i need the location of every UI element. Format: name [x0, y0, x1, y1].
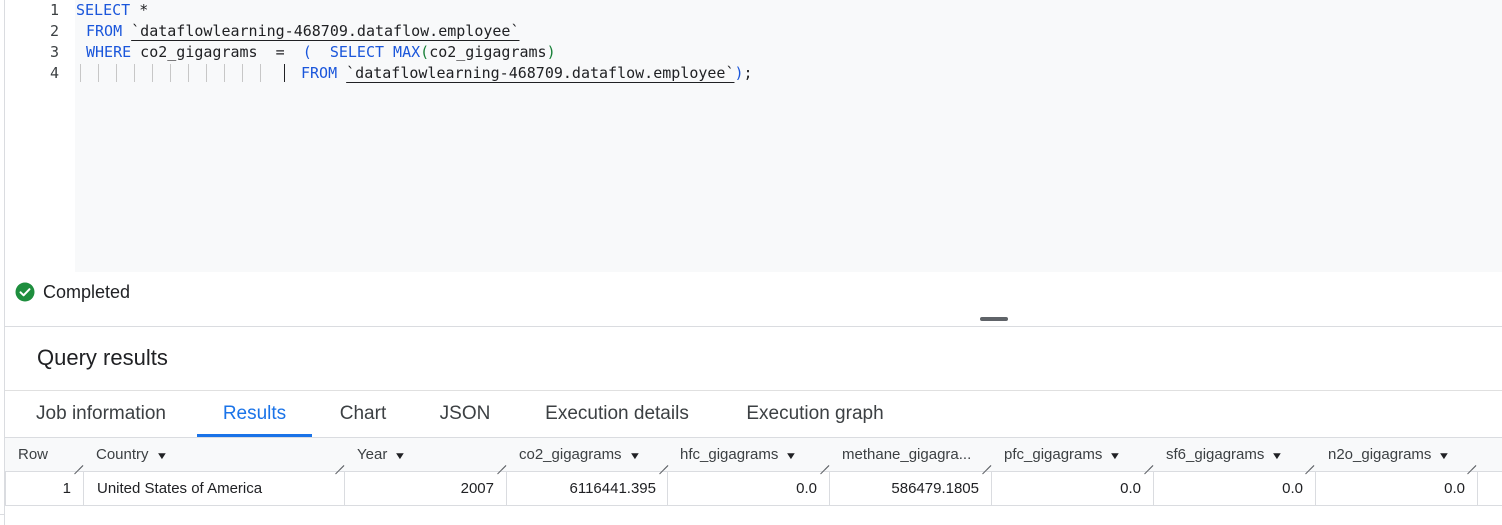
line-number-gutter: 1 2 3 4: [5, 0, 75, 272]
code-line-3[interactable]: WHERE co2_gigagrams = ( SELECT MAX(co2_g…: [86, 42, 556, 63]
cell-year[interactable]: 2007: [344, 472, 506, 506]
column-resize-handle[interactable]: [494, 454, 506, 466]
column-header-n2o[interactable]: n2o_gigagrams ▼: [1315, 438, 1477, 472]
results-table-header: Row Country ▼ Year ▼ co2_gigagrams ▼ hfc_gi…: [5, 438, 1502, 472]
cell-row-number[interactable]: 1: [5, 472, 83, 506]
column-header-hfc[interactable]: hfc_gigagrams ▼: [667, 438, 829, 472]
sort-dropdown-icon[interactable]: ▼: [1438, 440, 1451, 472]
sql-keyword: WHERE: [86, 43, 132, 61]
query-results-title: Query results: [37, 345, 168, 370]
sort-dropdown-icon[interactable]: ▼: [785, 440, 798, 472]
status-text: Completed: [43, 281, 131, 302]
cell-pfc[interactable]: 0.0: [991, 472, 1153, 506]
sql-column: co2_gigagrams: [429, 43, 547, 61]
column-header-sf6[interactable]: sf6_gigagrams ▼: [1153, 438, 1315, 472]
column-header-methane[interactable]: methane_gigagra...: [829, 438, 991, 472]
column-resize-handle[interactable]: [979, 454, 991, 466]
paren: ): [546, 43, 556, 61]
sort-dropdown-icon[interactable]: ▼: [628, 440, 641, 472]
tab-json[interactable]: JSON: [437, 391, 493, 437]
pane-resize-handle[interactable]: [980, 317, 1008, 321]
table-reference[interactable]: `dataflowlearning-468709.dataflow.employ…: [346, 64, 734, 82]
sql-function: MAX: [384, 43, 421, 61]
check-circle-icon: [15, 282, 35, 302]
tab-execution-details[interactable]: Execution details: [541, 391, 693, 437]
paren: (: [302, 43, 312, 61]
query-status: Completed: [15, 281, 130, 303]
sql-keyword: SELECT: [329, 43, 385, 61]
line-number: 3: [49, 43, 59, 61]
column-header-country[interactable]: Country ▼: [83, 438, 345, 472]
sql-text: co2_gigagrams =: [131, 43, 303, 61]
results-tabs: Job information Results Chart JSON Execu…: [5, 391, 1502, 437]
cell-hfc[interactable]: 0.0: [667, 472, 829, 506]
code-line-2[interactable]: FROM `dataflowlearning-468709.dataflow.e…: [86, 21, 519, 42]
tab-job-information[interactable]: Job information: [31, 391, 171, 437]
tab-execution-graph[interactable]: Execution graph: [742, 391, 888, 437]
tab-results[interactable]: Results: [197, 391, 312, 437]
code-line-1[interactable]: SELECT *: [76, 0, 148, 21]
sql-text: *: [130, 1, 149, 19]
sort-dropdown-icon[interactable]: ▼: [1271, 440, 1284, 472]
cell-country[interactable]: United States of America: [83, 472, 345, 506]
table-reference[interactable]: `dataflowlearning-468709.dataflow.employ…: [131, 22, 519, 40]
sql-keyword: SELECT: [76, 1, 131, 19]
code-line-4[interactable]: FROM `dataflowlearning-468709.dataflow.e…: [301, 63, 753, 84]
line-number: 2: [49, 22, 59, 40]
column-header-co2[interactable]: co2_gigagrams ▼: [506, 438, 668, 472]
column-resize-handle[interactable]: [1302, 454, 1314, 466]
cell-empty: [1477, 472, 1502, 506]
cell-sf6[interactable]: 0.0: [1153, 472, 1315, 506]
line-number: 4: [49, 64, 59, 82]
sql-keyword: FROM: [301, 64, 338, 82]
cell-methane[interactable]: 586479.1805: [829, 472, 991, 506]
column-header-pfc[interactable]: pfc_gigagrams ▼: [991, 438, 1153, 472]
indent-guides: [80, 64, 290, 84]
column-resize-handle[interactable]: [332, 454, 344, 466]
sort-dropdown-icon[interactable]: ▼: [1109, 440, 1122, 472]
table-row: 1 United States of America 2007 6116441.…: [5, 472, 1502, 506]
sort-dropdown-icon[interactable]: ▼: [394, 440, 407, 472]
divider: [0, 514, 4, 515]
cell-n2o[interactable]: 0.0: [1315, 472, 1477, 506]
semicolon: ;: [743, 64, 753, 82]
column-resize-handle[interactable]: [1464, 454, 1476, 466]
paren: (: [420, 43, 430, 61]
tab-chart[interactable]: Chart: [335, 391, 391, 437]
sql-keyword: FROM: [86, 22, 123, 40]
column-resize-handle[interactable]: [817, 454, 829, 466]
sort-dropdown-icon[interactable]: ▼: [155, 440, 168, 472]
column-resize-handle[interactable]: [71, 454, 83, 466]
divider: [5, 326, 1502, 327]
line-number: 1: [49, 1, 59, 19]
column-header-year[interactable]: Year ▼: [344, 438, 506, 472]
paren: ): [734, 64, 744, 82]
cell-co2[interactable]: 6116441.395: [506, 472, 668, 506]
column-resize-handle[interactable]: [1141, 454, 1153, 466]
